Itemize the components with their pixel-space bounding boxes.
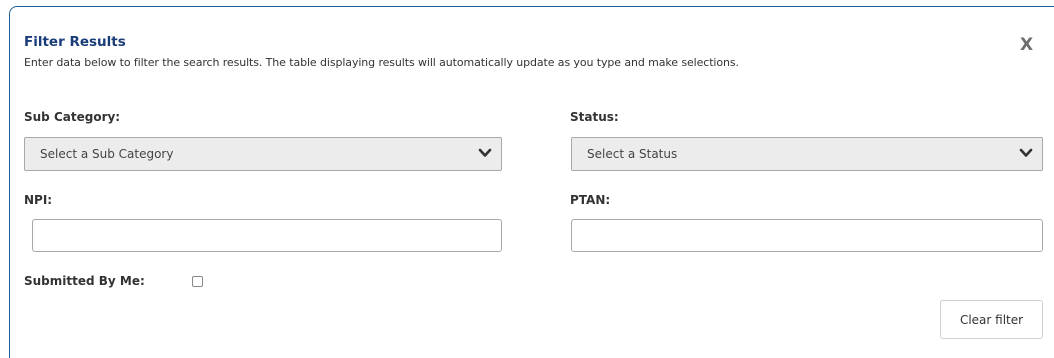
- npi-label: NPI:: [24, 193, 53, 207]
- submitted-by-me-label: Submitted By Me:: [24, 274, 145, 288]
- chevron-down-icon: [478, 148, 492, 157]
- clear-filter-button[interactable]: Clear filter: [940, 300, 1043, 339]
- sub-category-select[interactable]: Select a Sub Category: [24, 137, 502, 171]
- chevron-down-icon: [1019, 148, 1033, 157]
- sub-category-label: Sub Category:: [24, 110, 121, 124]
- npi-input[interactable]: [32, 219, 502, 252]
- status-select[interactable]: Select a Status: [571, 137, 1043, 171]
- close-button[interactable]: X: [1020, 37, 1033, 54]
- status-label: Status:: [570, 110, 619, 124]
- panel-title: Filter Results: [24, 34, 126, 50]
- ptan-label: PTAN:: [570, 193, 611, 207]
- ptan-input[interactable]: [571, 219, 1043, 252]
- submitted-by-me-checkbox[interactable]: [192, 276, 203, 287]
- sub-category-selected-value: Select a Sub Category: [40, 147, 174, 161]
- panel-description: Enter data below to filter the search re…: [24, 56, 739, 69]
- status-selected-value: Select a Status: [587, 147, 678, 161]
